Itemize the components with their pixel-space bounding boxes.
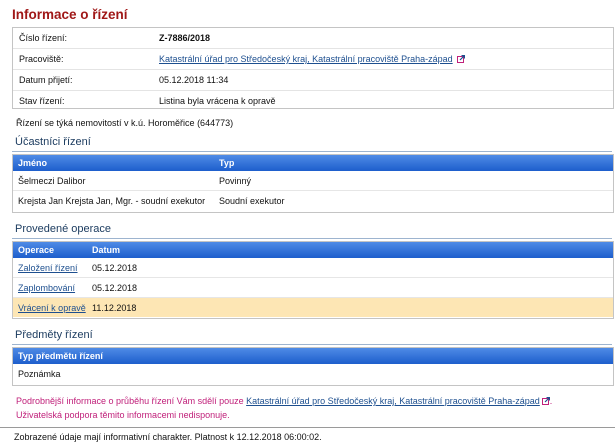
info-row-office: Pracoviště: Katastrální úřad pro Středoč…	[13, 49, 613, 70]
property-note: Řízení se týká nemovitostí v k.ú. Horomě…	[16, 118, 234, 128]
participants-table: Jméno Typ Šelmeczi Dalibor Povinný Krejs…	[12, 154, 614, 213]
page-title: Informace o řízení	[12, 7, 128, 22]
footer-divider	[0, 427, 615, 428]
section-divider	[12, 151, 612, 152]
subject-type: Poznámka	[18, 368, 61, 379]
info-row-number: Číslo řízení: Z-7886/2018	[13, 28, 613, 49]
table-header: Operace Datum	[13, 242, 613, 258]
subjects-title: Předměty řízení	[15, 329, 93, 341]
column-header-operation[interactable]: Operace	[13, 242, 87, 258]
case-status: Listina byla vrácena k opravě	[159, 96, 276, 106]
footer-note: Zobrazené údaje mají informativní charak…	[14, 432, 322, 442]
case-number: Z-7886/2018	[159, 33, 211, 43]
info-row-date: Datum přijetí: 05.12.2018 11:34	[13, 70, 613, 91]
info-label: Stav řízení:	[19, 96, 65, 106]
participant-name: Šelmeczi Dalibor	[13, 171, 214, 191]
operation-date: 05.12.2018	[87, 277, 613, 298]
subjects-table: Typ předmětu řízení Poznámka	[12, 347, 614, 386]
notice-prefix: Podrobnější informace o průběhu řízení V…	[16, 396, 247, 406]
info-label: Číslo řízení:	[19, 33, 68, 43]
operation-link[interactable]: Zaplombování	[18, 283, 75, 293]
table-header: Jméno Typ	[13, 155, 613, 171]
participant-type: Povinný	[214, 171, 613, 191]
external-link-icon[interactable]	[541, 397, 550, 405]
notice-line2: Uživatelská podpora těmito informacemi n…	[16, 410, 230, 420]
info-box: Číslo řízení: Z-7886/2018 Pracoviště: Ka…	[12, 27, 614, 109]
operations-title: Provedené operace	[15, 223, 112, 235]
section-divider	[12, 344, 612, 345]
office-link[interactable]: Katastrální úřad pro Středočeský kraj, K…	[159, 54, 453, 64]
notice: Podrobnější informace o průběhu řízení V…	[16, 394, 552, 422]
notice-office-link[interactable]: Katastrální úřad pro Středočeský kraj, K…	[246, 396, 540, 406]
column-header-type[interactable]: Typ	[214, 155, 613, 171]
notice-suffix: .	[549, 396, 553, 406]
operation-link[interactable]: Založení řízení	[18, 263, 78, 273]
operation-link[interactable]: Vrácení k opravě	[18, 303, 86, 313]
date-received: 05.12.2018 11:34	[159, 75, 229, 85]
info-label: Pracoviště:	[19, 54, 64, 64]
table-row: Krejsta Jan Krejsta Jan, Mgr. - soudní e…	[13, 191, 613, 211]
participant-name: Krejsta Jan Krejsta Jan, Mgr. - soudní e…	[18, 195, 206, 206]
table-row: Poznámka	[13, 364, 613, 383]
external-link-icon[interactable]	[457, 55, 466, 63]
operations-table: Operace Datum Založení řízení 05.12.2018…	[12, 241, 614, 319]
info-row-status: Stav řízení: Listina byla vrácena k opra…	[13, 91, 613, 111]
operation-date: 05.12.2018	[87, 258, 613, 278]
table-row: Zaplombování 05.12.2018	[13, 277, 613, 298]
table-row-selected: Vrácení k opravě 11.12.2018	[13, 297, 613, 317]
participants-title: Účastníci řízení	[15, 136, 91, 148]
table-row: Založení řízení 05.12.2018	[13, 258, 613, 278]
column-header-name[interactable]: Jméno	[13, 155, 214, 171]
page: Informace o řízení Číslo řízení: Z-7886/…	[0, 0, 615, 445]
office-value: Katastrální úřad pro Středočeský kraj, K…	[159, 54, 613, 64]
column-header-subject-type[interactable]: Typ předmětu řízení	[13, 348, 613, 364]
section-divider	[12, 238, 612, 239]
table-header: Typ předmětu řízení	[13, 348, 613, 364]
operation-date: 11.12.2018	[87, 297, 613, 317]
info-label: Datum přijetí:	[19, 75, 73, 85]
column-header-date[interactable]: Datum	[87, 242, 613, 258]
participant-type: Soudní exekutor	[219, 195, 285, 206]
table-row: Šelmeczi Dalibor Povinný	[13, 171, 613, 191]
